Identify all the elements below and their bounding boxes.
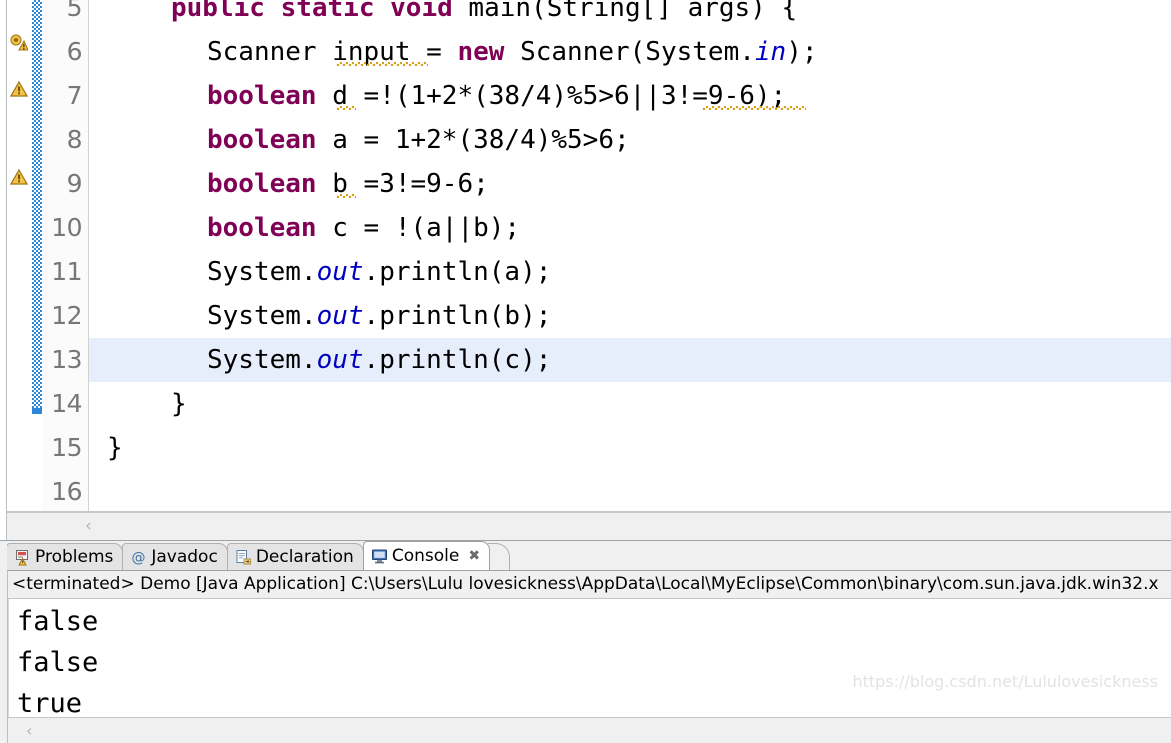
line-number: 9	[66, 169, 83, 198]
console-horizontal-scrollbar[interactable]: ‹	[8, 717, 1171, 743]
warning-quickfix-icon[interactable]	[10, 34, 29, 52]
code-line[interactable]: }	[89, 426, 1171, 470]
problems-icon	[14, 549, 31, 566]
line-number: 12	[51, 301, 82, 330]
warning-icon[interactable]	[9, 80, 29, 98]
declaration-icon	[235, 549, 252, 566]
line-number: 5	[66, 0, 83, 22]
code-line[interactable]: Scanner input = new Scanner(System.in);	[89, 30, 1171, 74]
console-view[interactable]: <terminated> Demo [Java Application] C:\…	[7, 570, 1171, 743]
line-number: 13	[51, 345, 82, 374]
warning-squiggle	[702, 106, 806, 110]
warning-squiggle	[336, 194, 356, 198]
line-number-ruler: 5 6 7 8 9 10 11 12 13 14 15 16	[43, 0, 89, 511]
java-code-editor[interactable]: 5 6 7 8 9 10 11 12 13 14 15 16 public st…	[0, 0, 1171, 540]
scroll-left-icon[interactable]: ‹	[26, 722, 32, 739]
line-number: 8	[66, 125, 83, 154]
view-tabbar[interactable]: Problems @ Javadoc Declaration Console ✖	[0, 541, 1171, 570]
console-output[interactable]: false false true https://blog.csdn.net/L…	[8, 599, 1171, 717]
tab-label: Declaration	[255, 547, 354, 567]
bottom-view-panel: Problems @ Javadoc Declaration Console ✖…	[0, 540, 1171, 743]
line-number: 15	[51, 433, 82, 462]
console-output-line: false	[17, 647, 99, 678]
code-line-highlighted[interactable]: System.out.println(c);	[89, 338, 1171, 382]
warning-squiggle	[336, 62, 428, 66]
panel-left-frame	[0, 541, 7, 743]
annotation-ruler[interactable]	[7, 0, 31, 511]
tab-declaration[interactable]: Declaration	[226, 543, 364, 570]
code-line[interactable]: }	[89, 382, 1171, 426]
line-number: 6	[66, 37, 83, 66]
warning-icon[interactable]	[9, 168, 29, 186]
code-line[interactable]: boolean d =!(1+2*(38/4)%5>6||3!=9-6);	[89, 74, 1171, 118]
javadoc-at-icon: @	[130, 549, 147, 566]
warning-squiggle	[336, 106, 356, 110]
editor-horizontal-scrollbar[interactable]: ‹	[0, 511, 1171, 540]
code-line[interactable]: System.out.println(a);	[89, 250, 1171, 294]
line-number: 14	[51, 389, 82, 418]
console-status-line: <terminated> Demo [Java Application] C:\…	[8, 571, 1171, 599]
code-line[interactable]: boolean a = 1+2*(38/4)%5>6;	[89, 118, 1171, 162]
change-stripe-end	[32, 408, 42, 414]
code-line[interactable]	[89, 470, 1171, 511]
line-number: 7	[66, 81, 83, 110]
code-line[interactable]: boolean b =3!=9-6;	[89, 162, 1171, 206]
line-number: 16	[51, 477, 82, 506]
window-left-frame	[0, 0, 7, 540]
scroll-left-icon[interactable]: ‹	[85, 518, 92, 535]
console-output-line: false	[17, 606, 99, 637]
line-number: 10	[51, 213, 82, 242]
close-icon[interactable]: ✖	[468, 548, 480, 564]
code-line[interactable]: boolean c = !(a||b);	[89, 206, 1171, 250]
tabbar-tail	[488, 543, 511, 570]
change-stripe	[32, 0, 42, 408]
tab-label: Console	[391, 546, 460, 566]
console-icon	[371, 548, 388, 565]
line-number: 11	[51, 257, 82, 286]
eclipse-ide-window: 5 6 7 8 9 10 11 12 13 14 15 16 public st…	[0, 0, 1171, 743]
editor-body[interactable]: 5 6 7 8 9 10 11 12 13 14 15 16 public st…	[0, 0, 1171, 511]
tab-label: Problems	[35, 547, 114, 567]
console-output-line: true	[17, 688, 83, 717]
tab-console[interactable]: Console ✖	[362, 541, 491, 570]
tab-problems[interactable]: Problems	[6, 543, 124, 570]
code-line[interactable]: public static void main(String[] args) {	[89, 0, 1171, 30]
tab-javadoc[interactable]: @ Javadoc	[122, 543, 228, 570]
svg-text:@: @	[132, 550, 146, 566]
code-line[interactable]: System.out.println(b);	[89, 294, 1171, 338]
tab-label: Javadoc	[151, 547, 218, 567]
code-text-area[interactable]: public static void main(String[] args) {…	[89, 0, 1171, 511]
